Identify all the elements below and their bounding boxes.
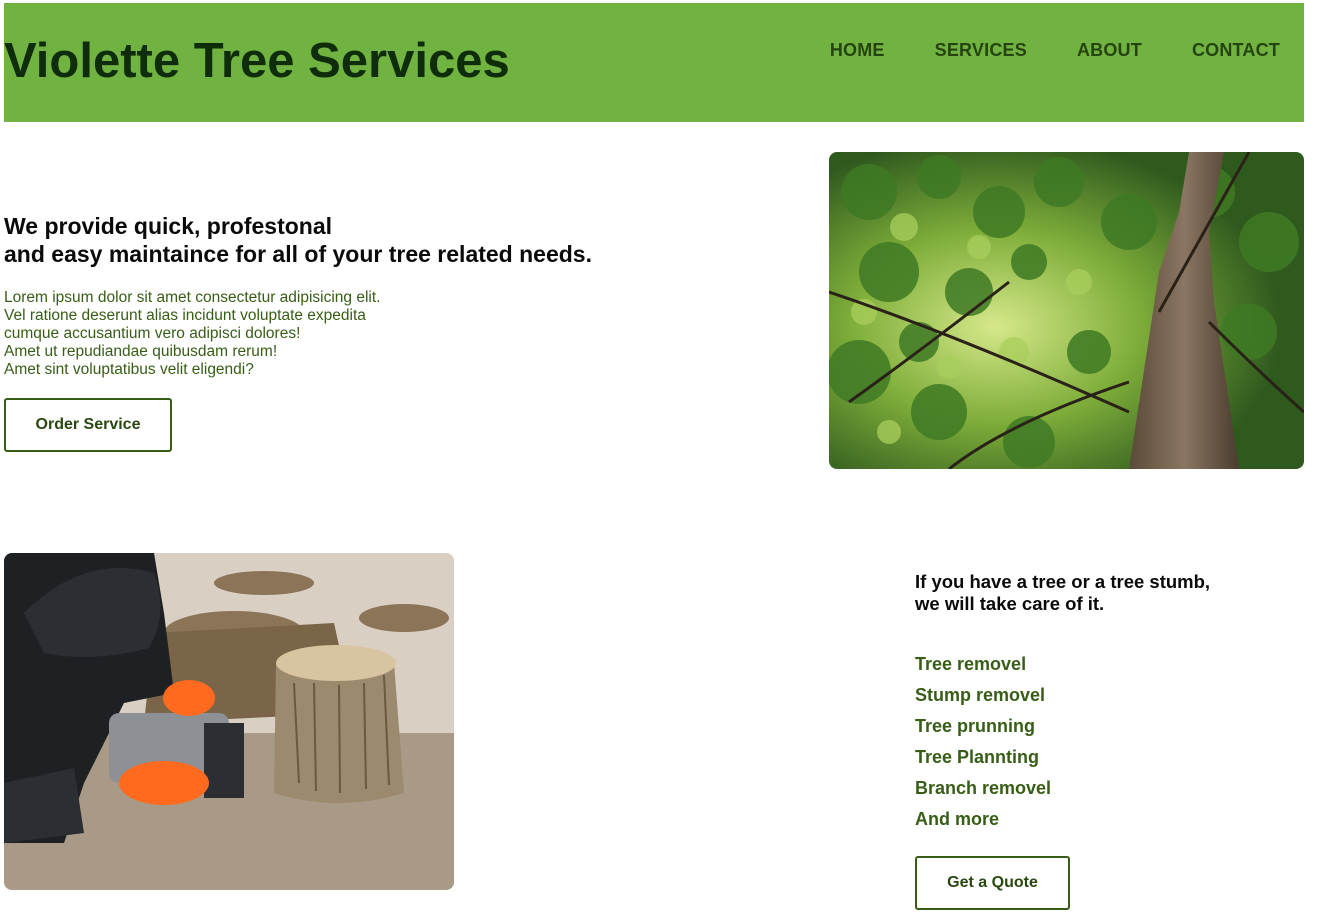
hero-heading-line-2: and easy maintaince for all of your tree…	[4, 241, 592, 267]
hero-paragraph-line: cumque accusantium vero adipisci dolores…	[4, 325, 301, 342]
main-nav: HOME SERVICES ABOUT CONTACT	[780, 40, 1280, 61]
service-item-tree-removel: Tree removel	[915, 654, 1027, 674]
services-heading-line-2: we will take care of it.	[915, 593, 1105, 614]
hero-paragraph-line: Amet ut repudiandae quibusdam rerum!	[4, 343, 278, 360]
nav-home[interactable]: HOME	[830, 40, 885, 61]
nav-services[interactable]: SERVICES	[935, 40, 1027, 61]
tree-canopy-photo	[829, 152, 1304, 469]
services-heading-line-1: If you have a tree or a tree stumb,	[915, 571, 1211, 592]
site-header: Violette Tree Services HOME SERVICES ABO…	[4, 3, 1304, 122]
service-item-and-more: And more	[915, 809, 1000, 829]
order-service-button[interactable]: Order Service	[4, 398, 172, 452]
services-list: Tree removel Stump removel Tree prunning…	[915, 652, 1051, 838]
hero-heading: We provide quick, profestonal and easy m…	[4, 212, 592, 268]
service-item-branch-removel: Branch removel	[915, 778, 1052, 798]
services-heading: If you have a tree or a tree stumb, we w…	[915, 571, 1210, 615]
nav-contact[interactable]: CONTACT	[1192, 40, 1280, 61]
hero-paragraph: Lorem ipsum dolor sit amet consectetur a…	[4, 289, 380, 379]
site-title[interactable]: Violette Tree Services	[4, 33, 510, 89]
hero-heading-line-1: We provide quick, profestonal	[4, 213, 333, 239]
chainsaw-illustration	[4, 553, 454, 890]
service-item-stump-removel: Stump removel	[915, 685, 1046, 705]
tree-canopy-illustration	[829, 152, 1304, 469]
get-quote-button[interactable]: Get a Quote	[915, 856, 1070, 910]
hero-paragraph-line: Amet sint voluptatibus velit eligendi?	[4, 361, 254, 378]
hero-paragraph-line: Lorem ipsum dolor sit amet consectetur a…	[4, 289, 381, 306]
chainsaw-stump-photo	[4, 553, 454, 890]
hero-paragraph-line: Vel ratione deserunt alias incidunt volu…	[4, 307, 366, 324]
service-item-tree-plannting: Tree Plannting	[915, 747, 1040, 767]
service-item-tree-prunning: Tree prunning	[915, 716, 1036, 736]
nav-about[interactable]: ABOUT	[1077, 40, 1142, 61]
